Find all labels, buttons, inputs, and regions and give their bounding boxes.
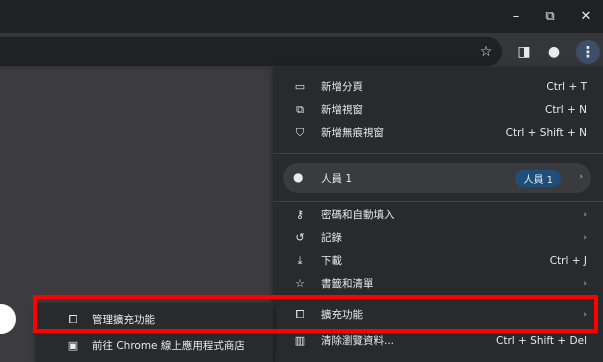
close-icon[interactable]: ✕ — [569, 0, 603, 33]
menu-item-downloads[interactable]: ⤓ 下載 Ctrl + J — [273, 249, 603, 272]
menu-item-label: 清除瀏覽資料... — [321, 335, 395, 347]
menu-item-bookmarks[interactable]: ☆ 書籤和清單 › — [273, 272, 603, 295]
title-bar: – ⧉ ✕ — [0, 0, 603, 33]
submenu-item-web-store[interactable]: ▣ 前往 Chrome 線上應用程式商店 — [36, 334, 273, 357]
bookmark-star-icon[interactable]: ☆ — [474, 40, 498, 64]
menu-item-shortcut: Ctrl + Shift + N — [505, 126, 587, 139]
store-icon: ▣ — [67, 339, 79, 352]
chevron-right-icon: › — [579, 172, 583, 182]
highlight-annotation — [33, 295, 598, 333]
chevron-right-icon: › — [583, 209, 587, 220]
submenu-item-label: 前往 Chrome 線上應用程式商店 — [92, 340, 245, 352]
profile-label: 人員 1 — [321, 173, 353, 185]
menu-divider — [273, 153, 603, 154]
minimize-icon[interactable]: – — [499, 0, 533, 33]
menu-item-shortcut: Ctrl + T — [546, 80, 587, 93]
menu-divider — [273, 201, 603, 202]
menu-item-shortcut: Ctrl + N — [544, 103, 587, 116]
side-panel-icon[interactable]: ◨ — [512, 40, 536, 64]
menu-item-incognito[interactable]: ⛉ 新增無痕視窗 Ctrl + Shift + N — [273, 121, 603, 144]
menu-item-label: 書籤和清單 — [321, 278, 374, 290]
address-bar[interactable] — [0, 37, 502, 66]
menu-item-history[interactable]: ↺ 記錄 › — [273, 226, 603, 249]
restore-icon[interactable]: ⧉ — [533, 0, 567, 33]
chevron-right-icon: › — [583, 232, 587, 243]
key-icon: ⚷ — [295, 208, 305, 221]
menu-kebab-icon[interactable]: ⋮ — [576, 40, 600, 64]
trash-icon: ▥ — [294, 334, 306, 347]
menu-item-label: 新增分頁 — [321, 81, 363, 93]
history-icon: ↺ — [295, 231, 305, 244]
menu-item-label: 密碼和自動填入 — [321, 209, 395, 221]
star-icon: ☆ — [295, 277, 305, 290]
menu-item-new-window[interactable]: ⧉ 新增視窗 Ctrl + N — [273, 98, 603, 121]
new-window-icon: ⧉ — [296, 102, 304, 116]
menu-item-profile[interactable]: ● 人員 1 人員 1 › — [283, 163, 591, 193]
incognito-icon: ⛉ — [295, 125, 305, 139]
menu-item-label: 新增無痕視窗 — [321, 127, 384, 139]
menu-item-new-tab[interactable]: ▭ 新增分頁 Ctrl + T — [273, 75, 603, 98]
new-tab-icon: ▭ — [294, 80, 306, 93]
menu-item-shortcut: Ctrl + J — [549, 254, 587, 267]
menu-item-shortcut: Ctrl + Shift + Del — [496, 334, 587, 347]
profile-badge: 人員 1 — [515, 170, 561, 187]
menu-item-label: 新增視窗 — [321, 104, 363, 116]
profile-icon[interactable]: ● — [542, 40, 566, 64]
chevron-right-icon: › — [583, 278, 587, 289]
menu-item-passwords[interactable]: ⚷ 密碼和自動填入 › — [273, 203, 603, 226]
menu-item-label: 記錄 — [321, 232, 342, 244]
person-icon: ● — [293, 170, 304, 184]
menu-item-label: 下載 — [321, 255, 342, 267]
download-icon: ⤓ — [297, 253, 303, 267]
